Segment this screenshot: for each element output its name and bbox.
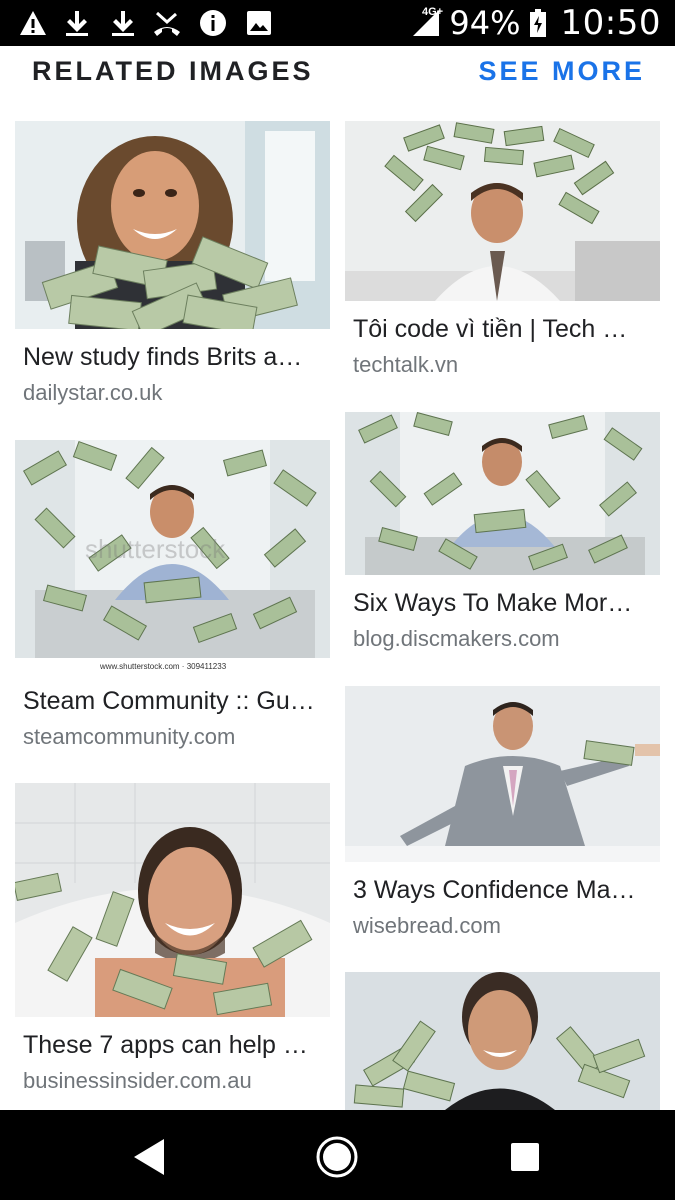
result-card[interactable]: New study finds Brits a… dailystar.co.uk (15, 121, 330, 406)
info-icon (200, 10, 226, 36)
result-source: techtalk.vn (353, 352, 459, 377)
result-card[interactable]: These 7 apps can help … businessinsider.… (15, 783, 330, 1094)
result-source: steamcommunity.com (23, 724, 236, 749)
recents-icon[interactable] (503, 1135, 547, 1179)
image-icon (247, 11, 271, 35)
result-title[interactable]: Six Ways To Make Mor… (345, 589, 650, 618)
result-source: wisebread.com (353, 913, 501, 938)
result-source: dailystar.co.uk (23, 380, 163, 405)
download-icon (66, 11, 88, 36)
result-card[interactable]: 3 Ways Confidence Ma… wisebread.com (345, 686, 660, 939)
battery-percent: 94% (449, 4, 521, 42)
navigation-bar (0, 1110, 675, 1200)
result-source: businessinsider.com.au (23, 1068, 252, 1093)
warning-icon (20, 11, 46, 35)
back-icon[interactable] (128, 1135, 172, 1179)
missed-call-icon (154, 11, 180, 36)
section-title: RELATED IMAGES (32, 56, 314, 86)
result-source: blog.discmakers.com (353, 626, 560, 651)
result-title[interactable]: Steam Community :: Gu… (15, 687, 320, 716)
stock-caption: www.shutterstock.com · 309411233 (99, 662, 227, 671)
result-thumbnail[interactable] (345, 121, 660, 301)
result-thumbnail[interactable] (345, 412, 660, 575)
result-title[interactable]: New study finds Brits a… (15, 343, 320, 372)
result-title[interactable]: Tôi code vì tiền | Tech … (345, 315, 650, 344)
result-card[interactable]: Six Ways To Make Mor… blog.discmakers.co… (345, 412, 660, 652)
result-thumbnail[interactable]: shutterstock www.shutterstock.com · 3094… (15, 440, 330, 673)
clock: 10:50 (560, 3, 661, 43)
related-images-header: RELATED IMAGES SEE MORE (0, 46, 675, 106)
status-bar: 4G+ 94% 10:50 (0, 0, 675, 46)
result-title[interactable]: 3 Ways Confidence Ma… (345, 876, 650, 905)
result-thumbnail[interactable] (345, 972, 660, 1110)
result-thumbnail[interactable] (15, 783, 330, 1017)
result-title[interactable]: These 7 apps can help … (15, 1031, 320, 1060)
download-icon (112, 11, 134, 36)
result-card[interactable] (345, 972, 660, 1110)
result-thumbnail[interactable] (345, 686, 660, 862)
result-card[interactable]: shutterstock www.shutterstock.com · 3094… (15, 440, 330, 750)
signal-icon (413, 10, 440, 36)
see-more-link[interactable]: SEE MORE (478, 56, 645, 87)
battery-charging-icon (529, 9, 546, 37)
watermark-text: shutterstock (85, 534, 226, 564)
home-icon[interactable] (315, 1135, 359, 1179)
result-thumbnail[interactable] (15, 121, 330, 329)
result-card[interactable]: Tôi code vì tiền | Tech … techtalk.vn (345, 121, 660, 378)
